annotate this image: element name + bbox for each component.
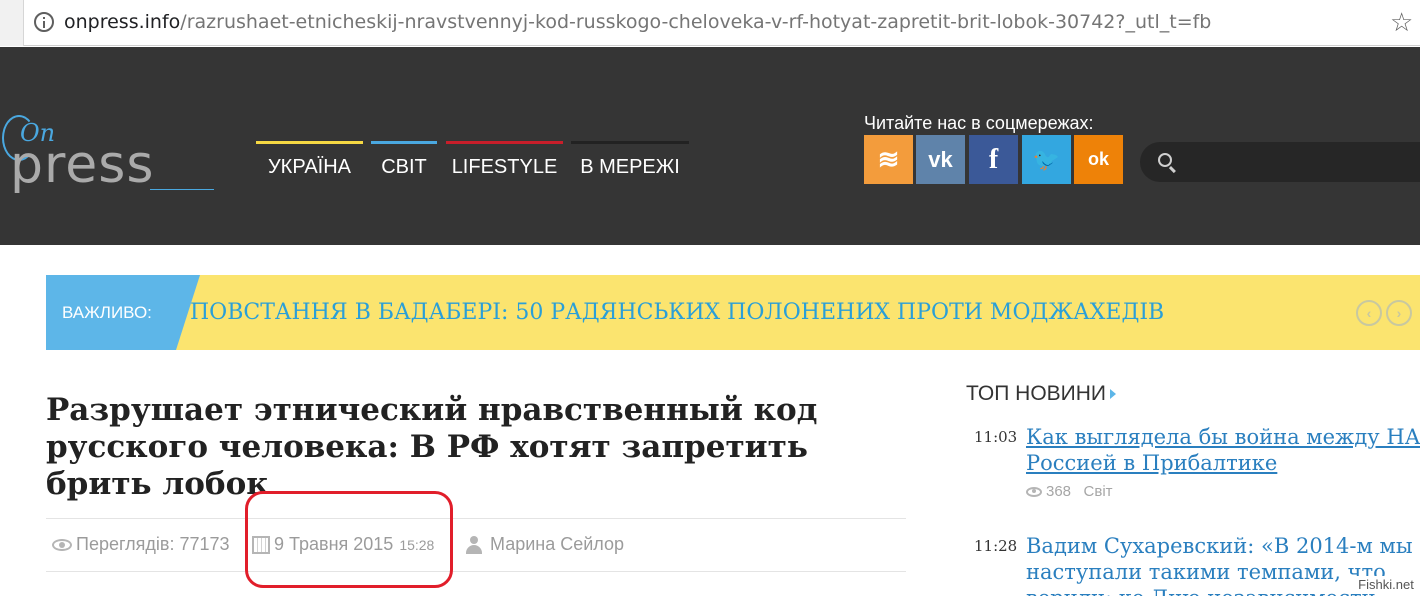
news-link[interactable]: Вадим Сухаревский: «В 2014-м мы [1026, 533, 1420, 560]
search-input[interactable] [1140, 142, 1420, 182]
rss-icon: ≋ [877, 144, 900, 174]
eye-icon [1026, 487, 1042, 498]
site-logo[interactable]: On press [0, 107, 220, 207]
top-news-heading[interactable]: ТОП НОВИНИ [966, 382, 1117, 406]
bookmark-star-icon[interactable]: ☆ [1390, 8, 1413, 36]
news-link[interactable]: Как выглядела бы война между НАТО и [1026, 424, 1420, 451]
nav-label-lifestyle: LIFESTYLE [451, 156, 558, 178]
vk-button[interactable]: vk [916, 135, 965, 184]
url-path: /razrushaet-etnicheskij-nravstvennyj-kod… [180, 11, 1212, 33]
nav-bar-online [571, 141, 689, 144]
info-icon[interactable] [34, 12, 54, 32]
breaking-headline[interactable]: ПОВСТАННЯ В БАДАБЕРІ: 50 РАДЯНСЬКИХ ПОЛО… [190, 275, 1164, 350]
ticker-prev-button[interactable]: ‹ [1356, 300, 1382, 326]
news-time: 11:03 [974, 428, 1018, 446]
watermark: Fishki.net [1352, 576, 1420, 594]
news-meta: 368 Світ [1026, 483, 1113, 500]
rss-button[interactable]: ≋ [864, 135, 913, 184]
eye-icon [52, 539, 72, 552]
meta-divider-top [46, 518, 906, 519]
article-author-text: Марина Сейлор [490, 534, 625, 554]
nav-bar-lifestyle [446, 141, 563, 144]
logo-press-text: press [10, 135, 155, 195]
nav-item-ukraine[interactable]: УКРАЇНА [256, 141, 363, 185]
red-highlight-annotation [245, 491, 453, 588]
news-views: 368 [1046, 483, 1072, 500]
breaking-news-bar: ВАЖЛИВО: ПОВСТАННЯ В БАДАБЕРІ: 50 РАДЯНС… [46, 275, 1420, 350]
twitter-icon: 🐦 [1032, 146, 1061, 172]
url-host: onpress.info [64, 11, 181, 33]
nav-label-ukraine: УКРАЇНА [267, 156, 352, 178]
odnoklassniki-button[interactable]: ok [1074, 135, 1123, 184]
ticker-next-button[interactable]: › [1386, 300, 1412, 326]
top-news-heading-text: ТОП НОВИНИ [966, 382, 1107, 405]
social-label: Читайте нас в соцмережах: [864, 113, 1094, 133]
search-icon[interactable] [1158, 153, 1172, 167]
meta-divider-bottom [46, 571, 906, 572]
twitter-button[interactable]: 🐦 [1022, 135, 1071, 184]
nav-item-lifestyle[interactable]: LIFESTYLE [446, 141, 563, 185]
nav-item-online[interactable]: В МЕРЕЖІ [571, 141, 689, 185]
logo-underline [150, 189, 214, 190]
vk-icon: vk [928, 146, 953, 172]
odnoklassniki-icon: ok [1087, 149, 1109, 169]
article-views-text: Переглядів: 77173 [76, 534, 230, 554]
user-icon [466, 536, 482, 555]
nav-label-world: СВІТ [381, 156, 427, 178]
url-field[interactable]: onpress.info/razrushaet-etnicheskij-nrav… [64, 10, 1211, 34]
article-title: Разрушает этнический нравственный код ру… [46, 392, 818, 502]
facebook-button[interactable]: f [969, 135, 1018, 184]
browser-left-edge [0, 0, 24, 46]
nav-label-online: В МЕРЕЖІ [580, 156, 680, 178]
news-time: 11:28 [974, 537, 1018, 555]
breaking-label: ВАЖЛИВО: [46, 275, 176, 350]
arrow-right-icon [1110, 389, 1117, 400]
article-views: Переглядів: 77173 [52, 532, 230, 556]
news-section: Світ [1083, 483, 1113, 500]
nav-bar-world [371, 141, 437, 144]
site-header: On press УКРАЇНА СВІТ LIFESTYLE В МЕРЕЖІ… [0, 47, 1420, 245]
browser-address-bar: onpress.info/razrushaet-etnicheskij-nrav… [0, 0, 1420, 46]
facebook-icon: f [988, 143, 999, 175]
news-link[interactable]: Россией в Прибалтике [1026, 450, 1420, 477]
nav-item-world[interactable]: СВІТ [371, 141, 437, 185]
nav-bar-ukraine [256, 141, 363, 144]
article-author[interactable]: Марина Сейлор [466, 532, 624, 556]
